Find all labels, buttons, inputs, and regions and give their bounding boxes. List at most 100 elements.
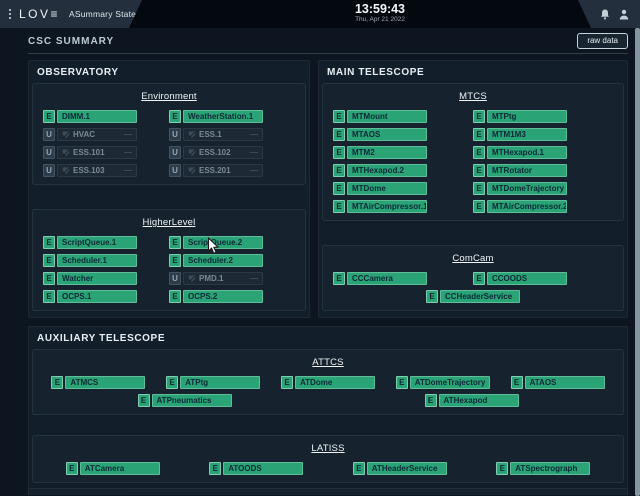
csc-badge-cccamera[interactable]: ECCCamera bbox=[333, 272, 473, 285]
csc-row: EMTHexapod.2EMTRotator bbox=[331, 164, 615, 177]
state-enabled: E bbox=[43, 272, 55, 285]
csc-badge-atpneumatics[interactable]: EATPneumatics bbox=[138, 394, 232, 407]
csc-badge-mtaircompressor-2[interactable]: EMTAirCompressor.2 bbox=[473, 200, 613, 213]
group-panel-main-telescope: MAIN TELESCOPEMTCSEMTMountEMTPtgEMTAOSEM… bbox=[318, 60, 628, 318]
csc-badge-weatherstation-1[interactable]: EWeatherStation.1 bbox=[169, 110, 295, 123]
no-heartbeat-dash: — bbox=[250, 130, 258, 139]
csc-row: UESS.101—UESS.102— bbox=[41, 146, 297, 159]
state-enabled: E bbox=[43, 254, 55, 267]
raw-data-button[interactable]: raw data bbox=[577, 33, 628, 49]
csc-row: EMTMountEMTPtg bbox=[331, 110, 615, 123]
state-unknown: U bbox=[169, 128, 181, 141]
csc-badge-scheduler-2[interactable]: EScheduler.2 bbox=[169, 254, 295, 267]
state-enabled: E bbox=[333, 110, 345, 123]
csc-badge-ess-102[interactable]: UESS.102— bbox=[169, 146, 295, 159]
csc-badge-ccoods[interactable]: ECCOODS bbox=[473, 272, 613, 285]
section-attcs: ATTCSEATMCSEATPtgEATDomeEATDomeTrajector… bbox=[32, 349, 624, 415]
csc-badge-ccheaderservice[interactable]: ECCHeaderService bbox=[426, 290, 520, 303]
csc-row: ECCCameraECCOODS bbox=[331, 272, 615, 285]
csc-badge-scriptqueue-2[interactable]: EScriptQueue.2 bbox=[169, 236, 295, 249]
csc-name: Scheduler.1 bbox=[57, 254, 137, 267]
csc-badge-ocps-2[interactable]: EOCPS.2 bbox=[169, 290, 295, 303]
csc-row: EATMCS EATPtg EATDome EATDomeTrajectory EATA… bbox=[41, 376, 615, 389]
csc-badge-mtmount[interactable]: EMTMount bbox=[333, 110, 473, 123]
csc-row: EMTAirCompressor.1EMTAirCompressor.2 bbox=[331, 200, 615, 213]
csc-badge-mtaircompressor-1[interactable]: EMTAirCompressor.1 bbox=[333, 200, 473, 213]
csc-badge-dimm-1[interactable]: EDIMM.1 bbox=[43, 110, 169, 123]
csc-badge-mthexapod-2[interactable]: EMTHexapod.2 bbox=[333, 164, 473, 177]
csc-badge-ess-1[interactable]: U ESS.1 — bbox=[169, 128, 295, 141]
heartbeat-lost-icon bbox=[62, 149, 70, 157]
csc-row: EMTDomeEMTDomeTrajectory bbox=[331, 182, 615, 195]
csc-badge-mtm1m3[interactable]: EMTM1M3 bbox=[473, 128, 613, 141]
csc-name: Scheduler.2 bbox=[183, 254, 263, 267]
state-enabled: E bbox=[209, 462, 221, 475]
state-enabled: E bbox=[169, 110, 181, 123]
section-title: ComCam bbox=[331, 253, 615, 264]
csc-badge-atdome[interactable]: EATDome bbox=[281, 376, 375, 389]
group-sections: ATTCSEATMCSEATPtgEATDomeEATDomeTrajector… bbox=[32, 349, 624, 483]
csc-badge-atspectrograph[interactable]: EATSpectrograph bbox=[496, 462, 590, 475]
csc-name: Watcher bbox=[57, 272, 137, 285]
love-logo: LOV≡ bbox=[19, 7, 60, 21]
no-heartbeat-dash: — bbox=[124, 166, 132, 175]
clock-time: 13:59:43 bbox=[336, 2, 424, 16]
csc-badge-pmd-1[interactable]: UPMD.1— bbox=[169, 272, 295, 285]
state-enabled: E bbox=[333, 128, 345, 141]
csc-badge-atcamera[interactable]: EATCamera bbox=[66, 462, 160, 475]
csc-name-text: ESS.102 bbox=[199, 148, 231, 157]
user-icon[interactable] bbox=[619, 9, 629, 20]
csc-name: ATPtg bbox=[180, 376, 260, 389]
csc-badge-athexapod[interactable]: EATHexapod bbox=[425, 394, 519, 407]
csc-badge-mtrotator[interactable]: EMTRotator bbox=[473, 164, 613, 177]
csc-name: MTDomeTrajectory bbox=[487, 182, 567, 195]
state-enabled: E bbox=[169, 290, 181, 303]
state-unknown: U bbox=[43, 164, 55, 177]
csc-name: MTHexapod.2 bbox=[347, 164, 427, 177]
csc-badge-atdometrajectory[interactable]: EATDomeTrajectory bbox=[396, 376, 490, 389]
state-enabled: E bbox=[473, 110, 485, 123]
state-unknown: U bbox=[43, 128, 55, 141]
view-title: ASummary State View bbox=[69, 9, 158, 19]
csc-badge-atoods[interactable]: EATOODS bbox=[209, 462, 303, 475]
vertical-scrollbar[interactable] bbox=[635, 28, 640, 496]
csc-name: MTAOS bbox=[347, 128, 427, 141]
csc-name: ESS.1 — bbox=[183, 128, 263, 141]
csc-name: MTRotator bbox=[487, 164, 567, 177]
notification-bell-icon[interactable] bbox=[600, 9, 610, 20]
csc-badge-mtm2[interactable]: EMTM2 bbox=[333, 146, 473, 159]
no-heartbeat-dash: — bbox=[250, 148, 258, 157]
csc-badge-ess-201[interactable]: UESS.201— bbox=[169, 164, 295, 177]
csc-name: MTMount bbox=[347, 110, 427, 123]
csc-name: ScriptQueue.2 bbox=[183, 236, 263, 249]
csc-badge-mthexapod-1[interactable]: EMTHexapod.1 bbox=[473, 146, 613, 159]
csc-row: EATPneumatics EATHexapod bbox=[41, 394, 615, 407]
csc-badge-atheaderservice[interactable]: EATHeaderService bbox=[353, 462, 447, 475]
csc-name: MTM2 bbox=[347, 146, 427, 159]
csc-badge-mtdome[interactable]: EMTDome bbox=[333, 182, 473, 195]
no-heartbeat-dash: — bbox=[124, 148, 132, 157]
csc-badge-ess-101[interactable]: UESS.101— bbox=[43, 146, 169, 159]
state-enabled: E bbox=[333, 146, 345, 159]
csc-badge-ess-103[interactable]: UESS.103— bbox=[43, 164, 169, 177]
csc-badge-scriptqueue-1[interactable]: EScriptQueue.1 bbox=[43, 236, 169, 249]
csc-badge-hvac[interactable]: UHVAC— bbox=[43, 128, 169, 141]
state-enabled: E bbox=[473, 182, 485, 195]
csc-badge-atptg[interactable]: EATPtg bbox=[166, 376, 260, 389]
csc-name-text: ESS.1 bbox=[199, 130, 222, 139]
csc-badge-mtptg[interactable]: EMTPtg bbox=[473, 110, 613, 123]
csc-badge-scheduler-1[interactable]: EScheduler.1 bbox=[43, 254, 169, 267]
csc-badge-ocps-1[interactable]: EOCPS.1 bbox=[43, 290, 169, 303]
state-enabled: E bbox=[496, 462, 508, 475]
state-unknown: U bbox=[169, 272, 181, 285]
csc-badge-atmcs[interactable]: EATMCS bbox=[51, 376, 145, 389]
csc-name: ATMCS bbox=[65, 376, 145, 389]
state-enabled: E bbox=[473, 146, 485, 159]
csc-badge-watcher[interactable]: EWatcher bbox=[43, 272, 169, 285]
kebab-menu-icon[interactable] bbox=[7, 6, 13, 22]
csc-row: EScriptQueue.1EScriptQueue.2 bbox=[41, 236, 297, 249]
csc-badge-mtaos[interactable]: EMTAOS bbox=[333, 128, 473, 141]
csc-badge-ataos[interactable]: EATAOS bbox=[511, 376, 605, 389]
csc-badge-mtdometrajectory[interactable]: EMTDomeTrajectory bbox=[473, 182, 613, 195]
love-app: LOV≡ ASummary State View 13:59:43 Thu, A… bbox=[0, 0, 640, 496]
